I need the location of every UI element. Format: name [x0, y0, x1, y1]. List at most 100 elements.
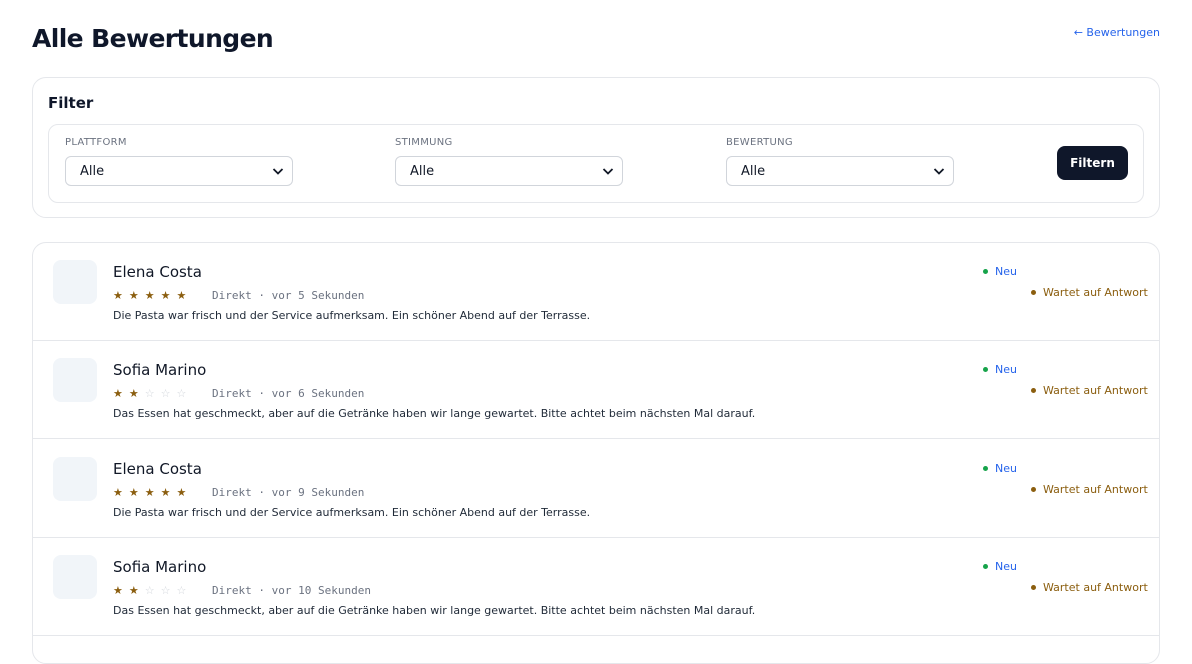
- star-filled-icon: ★: [144, 289, 161, 302]
- status-new-label: Neu: [995, 265, 1017, 278]
- review-item[interactable]: Elena Costa ★★★★★ Direkt · vor 9 Sekunde…: [33, 440, 1159, 538]
- star-filled-icon: ★: [128, 584, 145, 597]
- review-list: Elena Costa ★★★★★ Direkt · vor 5 Sekunde…: [32, 242, 1160, 664]
- status-badge-waiting: Wartet auf Antwort: [1031, 483, 1148, 496]
- star-rating: ★★☆☆☆: [113, 584, 192, 597]
- rating-filter-label: BEWERTUNG: [726, 137, 793, 148]
- sentiment-select[interactable]: Alle: [395, 156, 623, 186]
- star-empty-icon: ☆: [160, 584, 177, 597]
- platform-select[interactable]: Alle: [65, 156, 293, 186]
- status-dot-icon: [1031, 387, 1036, 393]
- review-item[interactable]: Sofia Marino ★★☆☆☆ Direkt · vor 10 Sekun…: [33, 538, 1159, 636]
- filter-panel: Filter PLATTFORM Alle STIMMUNG Alle BEWE…: [32, 77, 1160, 218]
- review-time: vor 6 Sekunden: [271, 387, 365, 400]
- review-meta: Direkt · vor 5 Sekunden: [212, 289, 365, 302]
- star-empty-icon: ☆: [176, 584, 193, 597]
- chevron-down-icon: [602, 168, 614, 175]
- review-source: Direkt: [212, 289, 252, 302]
- status-dot-icon: [983, 268, 988, 274]
- chevron-down-icon: [933, 168, 945, 175]
- reviewer-name: Elena Costa: [113, 263, 202, 281]
- rating-filter: BEWERTUNG Alle: [726, 137, 956, 186]
- star-filled-icon: ★: [128, 486, 145, 499]
- star-filled-icon: ★: [160, 289, 177, 302]
- status-waiting-label: Wartet auf Antwort: [1043, 286, 1148, 299]
- star-rating: ★★★★★: [113, 289, 192, 302]
- review-source: Direkt: [212, 486, 252, 499]
- reviewer-name: Sofia Marino: [113, 361, 207, 379]
- review-text: Die Pasta war frisch und der Service auf…: [113, 506, 591, 519]
- review-time: vor 5 Sekunden: [271, 289, 365, 302]
- status-dot-icon: [983, 563, 988, 569]
- status-waiting-label: Wartet auf Antwort: [1043, 483, 1148, 496]
- status-badge-waiting: Wartet auf Antwort: [1031, 384, 1148, 397]
- status-badge-new: Neu: [983, 462, 1017, 475]
- review-meta: Direkt · vor 10 Sekunden: [212, 584, 371, 597]
- status-badge-new: Neu: [983, 560, 1017, 573]
- reviewer-name: Elena Costa: [113, 460, 202, 478]
- star-empty-icon: ☆: [144, 387, 161, 400]
- platform-filter: PLATTFORM Alle: [65, 137, 295, 186]
- avatar: [53, 457, 97, 501]
- review-time: vor 9 Sekunden: [271, 486, 365, 499]
- status-dot-icon: [1031, 584, 1036, 590]
- status-dot-icon: [1031, 289, 1036, 295]
- review-meta: Direkt · vor 9 Sekunden: [212, 486, 365, 499]
- review-item[interactable]: Elena Costa ★★★★★ Direkt · vor 5 Sekunde…: [33, 243, 1159, 341]
- star-rating: ★★☆☆☆: [113, 387, 192, 400]
- star-filled-icon: ★: [113, 486, 129, 499]
- rating-select[interactable]: Alle: [726, 156, 954, 186]
- status-new-label: Neu: [995, 363, 1017, 376]
- review-text: Die Pasta war frisch und der Service auf…: [113, 309, 591, 322]
- status-badge-waiting: Wartet auf Antwort: [1031, 581, 1148, 594]
- status-badge-waiting: Wartet auf Antwort: [1031, 286, 1148, 299]
- avatar: [53, 358, 97, 402]
- chevron-down-icon: [272, 168, 284, 175]
- platform-select-value: Alle: [80, 164, 105, 179]
- star-filled-icon: ★: [144, 486, 161, 499]
- divider: [33, 438, 1159, 439]
- sentiment-filter-label: STIMMUNG: [395, 137, 453, 148]
- filter-form: PLATTFORM Alle STIMMUNG Alle BEWERTUNG A…: [48, 124, 1144, 203]
- star-empty-icon: ☆: [144, 584, 161, 597]
- avatar: [53, 555, 97, 599]
- reviewer-name: Sofia Marino: [113, 558, 207, 576]
- status-dot-icon: [1031, 486, 1036, 492]
- star-filled-icon: ★: [176, 289, 193, 302]
- star-filled-icon: ★: [113, 584, 129, 597]
- star-empty-icon: ☆: [160, 387, 177, 400]
- avatar: [53, 260, 97, 304]
- status-new-label: Neu: [995, 560, 1017, 573]
- review-source: Direkt: [212, 387, 252, 400]
- status-waiting-label: Wartet auf Antwort: [1043, 581, 1148, 594]
- review-source: Direkt: [212, 584, 252, 597]
- status-badge-new: Neu: [983, 363, 1017, 376]
- filter-heading: Filter: [48, 94, 94, 112]
- star-filled-icon: ★: [176, 486, 193, 499]
- star-filled-icon: ★: [128, 387, 145, 400]
- status-waiting-label: Wartet auf Antwort: [1043, 384, 1148, 397]
- platform-filter-label: PLATTFORM: [65, 137, 127, 148]
- page-title: Alle Bewertungen: [32, 24, 274, 53]
- star-filled-icon: ★: [113, 387, 129, 400]
- sentiment-filter: STIMMUNG Alle: [395, 137, 625, 186]
- review-meta: Direkt · vor 6 Sekunden: [212, 387, 365, 400]
- status-dot-icon: [983, 465, 988, 471]
- filter-button[interactable]: Filtern: [1057, 146, 1128, 180]
- divider: [33, 635, 1159, 636]
- star-filled-icon: ★: [113, 289, 129, 302]
- review-item[interactable]: Sofia Marino ★★☆☆☆ Direkt · vor 6 Sekund…: [33, 341, 1159, 439]
- star-filled-icon: ★: [128, 289, 145, 302]
- status-badge-new: Neu: [983, 265, 1017, 278]
- star-filled-icon: ★: [160, 486, 177, 499]
- status-new-label: Neu: [995, 462, 1017, 475]
- review-text: Das Essen hat geschmeckt, aber auf die G…: [113, 407, 756, 420]
- review-time: vor 10 Sekunden: [271, 584, 371, 597]
- review-text: Das Essen hat geschmeckt, aber auf die G…: [113, 604, 756, 617]
- sentiment-select-value: Alle: [410, 164, 435, 179]
- rating-select-value: Alle: [741, 164, 766, 179]
- back-to-reviews-link[interactable]: ← Bewertungen: [1074, 26, 1160, 39]
- star-empty-icon: ☆: [176, 387, 193, 400]
- status-dot-icon: [983, 366, 988, 372]
- star-rating: ★★★★★: [113, 486, 192, 499]
